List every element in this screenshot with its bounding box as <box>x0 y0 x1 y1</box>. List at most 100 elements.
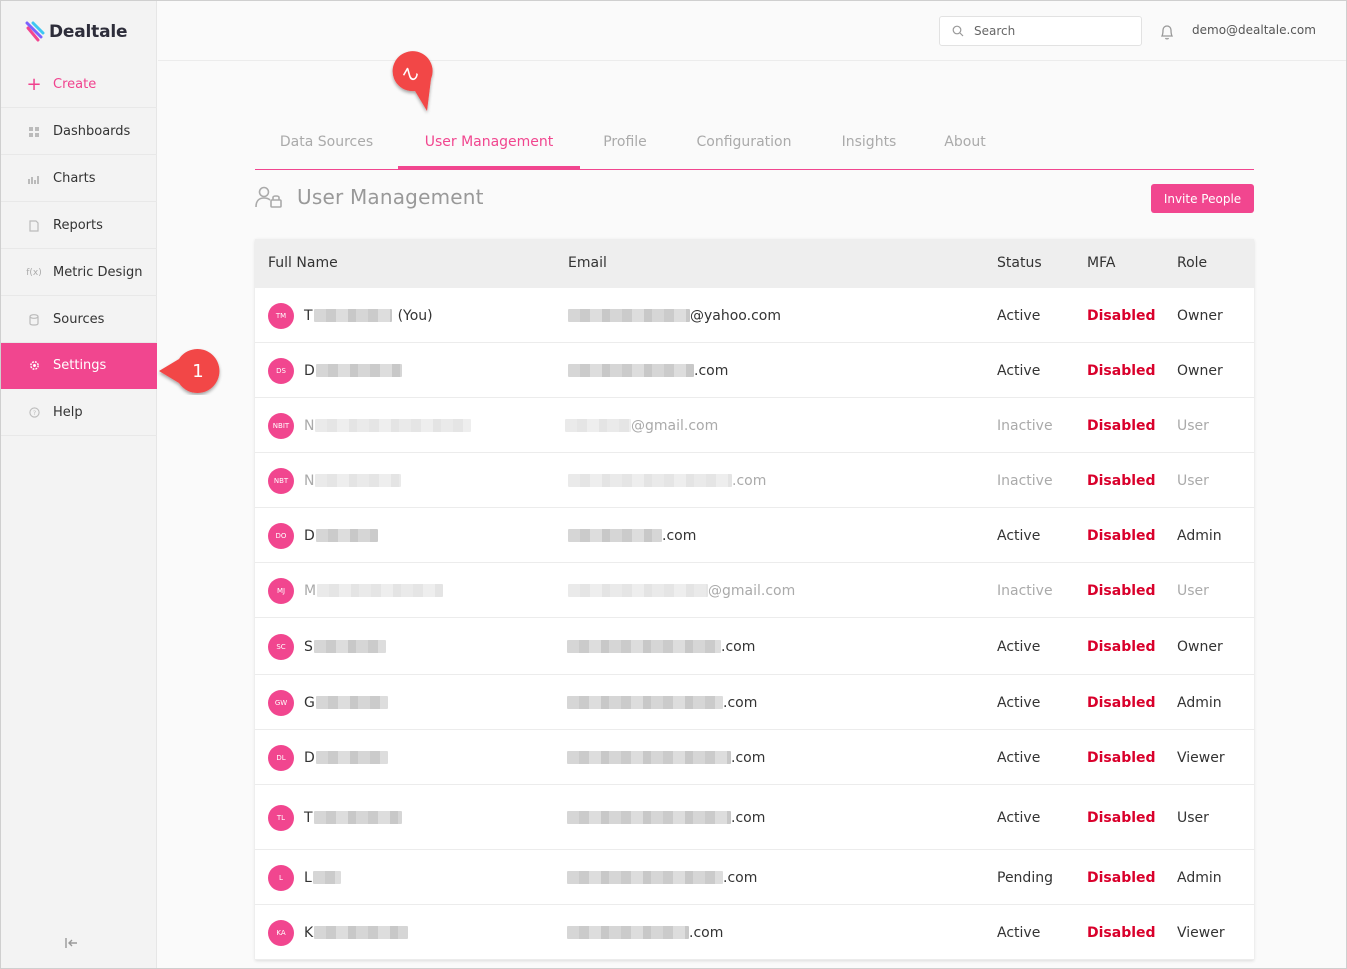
table-row[interactable]: GW G .com Active Disabled Admin <box>255 675 1254 730</box>
avatar: L <box>268 864 294 891</box>
svg-text:?: ? <box>32 409 35 417</box>
tab-user-management[interactable]: User Management <box>398 113 580 170</box>
email-domain: .com <box>732 472 767 489</box>
avatar: TM <box>268 302 294 329</box>
name-initial: D <box>304 362 315 379</box>
callout-1-label: 1 <box>192 361 203 382</box>
table-row[interactable]: SC S .com Active Disabled Owner <box>255 618 1254 675</box>
email-domain: @gmail.com <box>708 582 796 599</box>
redacted-name <box>315 751 388 764</box>
mfa-status: Disabled <box>1087 362 1156 379</box>
name-initial: N <box>304 472 315 489</box>
full-name: N <box>304 472 407 490</box>
column-header-email[interactable]: Email <box>568 255 607 271</box>
column-header-mfa[interactable]: MFA <box>1087 255 1115 271</box>
mfa-status: Disabled <box>1087 472 1156 489</box>
role-text: Owner <box>1177 307 1223 324</box>
avatar: TL <box>268 804 294 831</box>
sidebar-item-sources[interactable]: Sources <box>1 297 157 343</box>
redacted-name <box>315 696 388 709</box>
function-icon: f(x) <box>26 267 42 278</box>
redacted-email <box>568 584 708 597</box>
mfa-status: Disabled <box>1087 638 1156 655</box>
role-text: Admin <box>1177 527 1222 544</box>
tab-about[interactable]: About <box>920 113 1010 170</box>
redacted-email <box>568 309 690 322</box>
table-row[interactable]: DO D .com Active Disabled Admin <box>255 508 1254 563</box>
sidebar-item-create[interactable]: + Create <box>1 62 157 108</box>
redacted-name <box>315 419 472 432</box>
email: .com <box>568 527 696 545</box>
bell-icon[interactable] <box>1159 23 1175 41</box>
email: .com <box>568 362 728 380</box>
status-text: Inactive <box>997 582 1053 599</box>
email: .com <box>567 924 723 942</box>
role-text: Admin <box>1177 694 1222 711</box>
full-name: D <box>304 749 394 767</box>
sidebar: Dealtale + Create Dashboards Charts Repo… <box>1 1 157 968</box>
sidebar-item-metric-design[interactable]: f(x) Metric Design <box>1 250 157 296</box>
mfa-status: Disabled <box>1087 809 1156 826</box>
table-row[interactable]: TM T (You) @yahoo.com Active Disabled Owner <box>255 288 1254 343</box>
full-name: L <box>304 869 347 887</box>
status-text: Active <box>997 527 1041 544</box>
search-placeholder: Search <box>974 24 1016 38</box>
redacted-name <box>313 811 402 824</box>
users-table: Full Name Email Status MFA Role TM T (You)… <box>255 239 1254 960</box>
email-domain: .com <box>731 749 766 766</box>
redacted-name <box>315 529 378 542</box>
mfa-status: Disabled <box>1087 417 1156 434</box>
role-text: Owner <box>1177 362 1223 379</box>
table-row[interactable]: DS D .com Active Disabled Owner <box>255 343 1254 398</box>
table-row[interactable]: NBIT N @gmail.com Inactive Disabled User <box>255 398 1254 453</box>
redacted-name <box>315 364 402 377</box>
column-header-full-name[interactable]: Full Name <box>268 255 338 271</box>
name-suffix: (You) <box>397 307 433 324</box>
redacted-name <box>313 309 392 322</box>
database-icon <box>27 313 41 327</box>
mfa-status: Disabled <box>1087 924 1156 941</box>
mfa-status: Disabled <box>1087 307 1156 324</box>
sidebar-item-settings[interactable]: Settings <box>1 343 157 389</box>
tab-data-sources[interactable]: Data Sources <box>255 113 398 170</box>
sidebar-item-dashboards[interactable]: Dashboards <box>1 109 157 155</box>
column-header-status[interactable]: Status <box>997 255 1042 271</box>
full-name: N <box>304 417 477 435</box>
status-text: Active <box>997 694 1041 711</box>
table-row[interactable]: MJ M @gmail.com Inactive Disabled User <box>255 563 1254 618</box>
user-email[interactable]: demo@dealtale.com <box>1192 23 1316 37</box>
full-name: T <box>304 809 408 827</box>
sidebar-item-label: Sources <box>53 312 105 327</box>
name-initial: T <box>304 809 313 826</box>
table-row[interactable]: KA K .com Active Disabled Viewer <box>255 905 1254 960</box>
table-row[interactable]: NBT N .com Inactive Disabled User <box>255 453 1254 508</box>
status-text: Active <box>997 638 1041 655</box>
table-row[interactable]: DL D .com Active Disabled Viewer <box>255 730 1254 785</box>
redacted-name <box>314 926 409 939</box>
search-input[interactable]: Search <box>939 16 1142 46</box>
sidebar-item-reports[interactable]: Reports <box>1 203 157 249</box>
column-header-role[interactable]: Role <box>1177 255 1207 271</box>
invite-people-button[interactable]: Invite People <box>1151 184 1254 213</box>
tab-profile[interactable]: Profile <box>580 113 670 170</box>
name-initial: T <box>304 307 313 324</box>
sidebar-item-help[interactable]: ? Help <box>1 390 157 436</box>
email-domain: .com <box>731 809 766 826</box>
tab-insights[interactable]: Insights <box>818 113 920 170</box>
name-initial: N <box>304 417 315 434</box>
tab-configuration[interactable]: Configuration <box>670 113 818 170</box>
name-initial: K <box>304 924 314 941</box>
bar-chart-icon <box>27 172 41 186</box>
table-row[interactable]: L L .com Pending Disabled Admin <box>255 850 1254 905</box>
status-text: Active <box>997 307 1041 324</box>
table-row[interactable]: TL T .com Active Disabled User <box>255 785 1254 850</box>
avatar: GW <box>268 689 294 716</box>
brand[interactable]: Dealtale <box>25 19 127 45</box>
email-domain: @yahoo.com <box>690 307 781 324</box>
collapse-sidebar-icon[interactable] <box>65 937 79 953</box>
role-text: User <box>1177 472 1209 489</box>
status-text: Inactive <box>997 417 1053 434</box>
email: @gmail.com <box>568 582 795 600</box>
sidebar-item-charts[interactable]: Charts <box>1 156 157 202</box>
mfa-status: Disabled <box>1087 582 1156 599</box>
